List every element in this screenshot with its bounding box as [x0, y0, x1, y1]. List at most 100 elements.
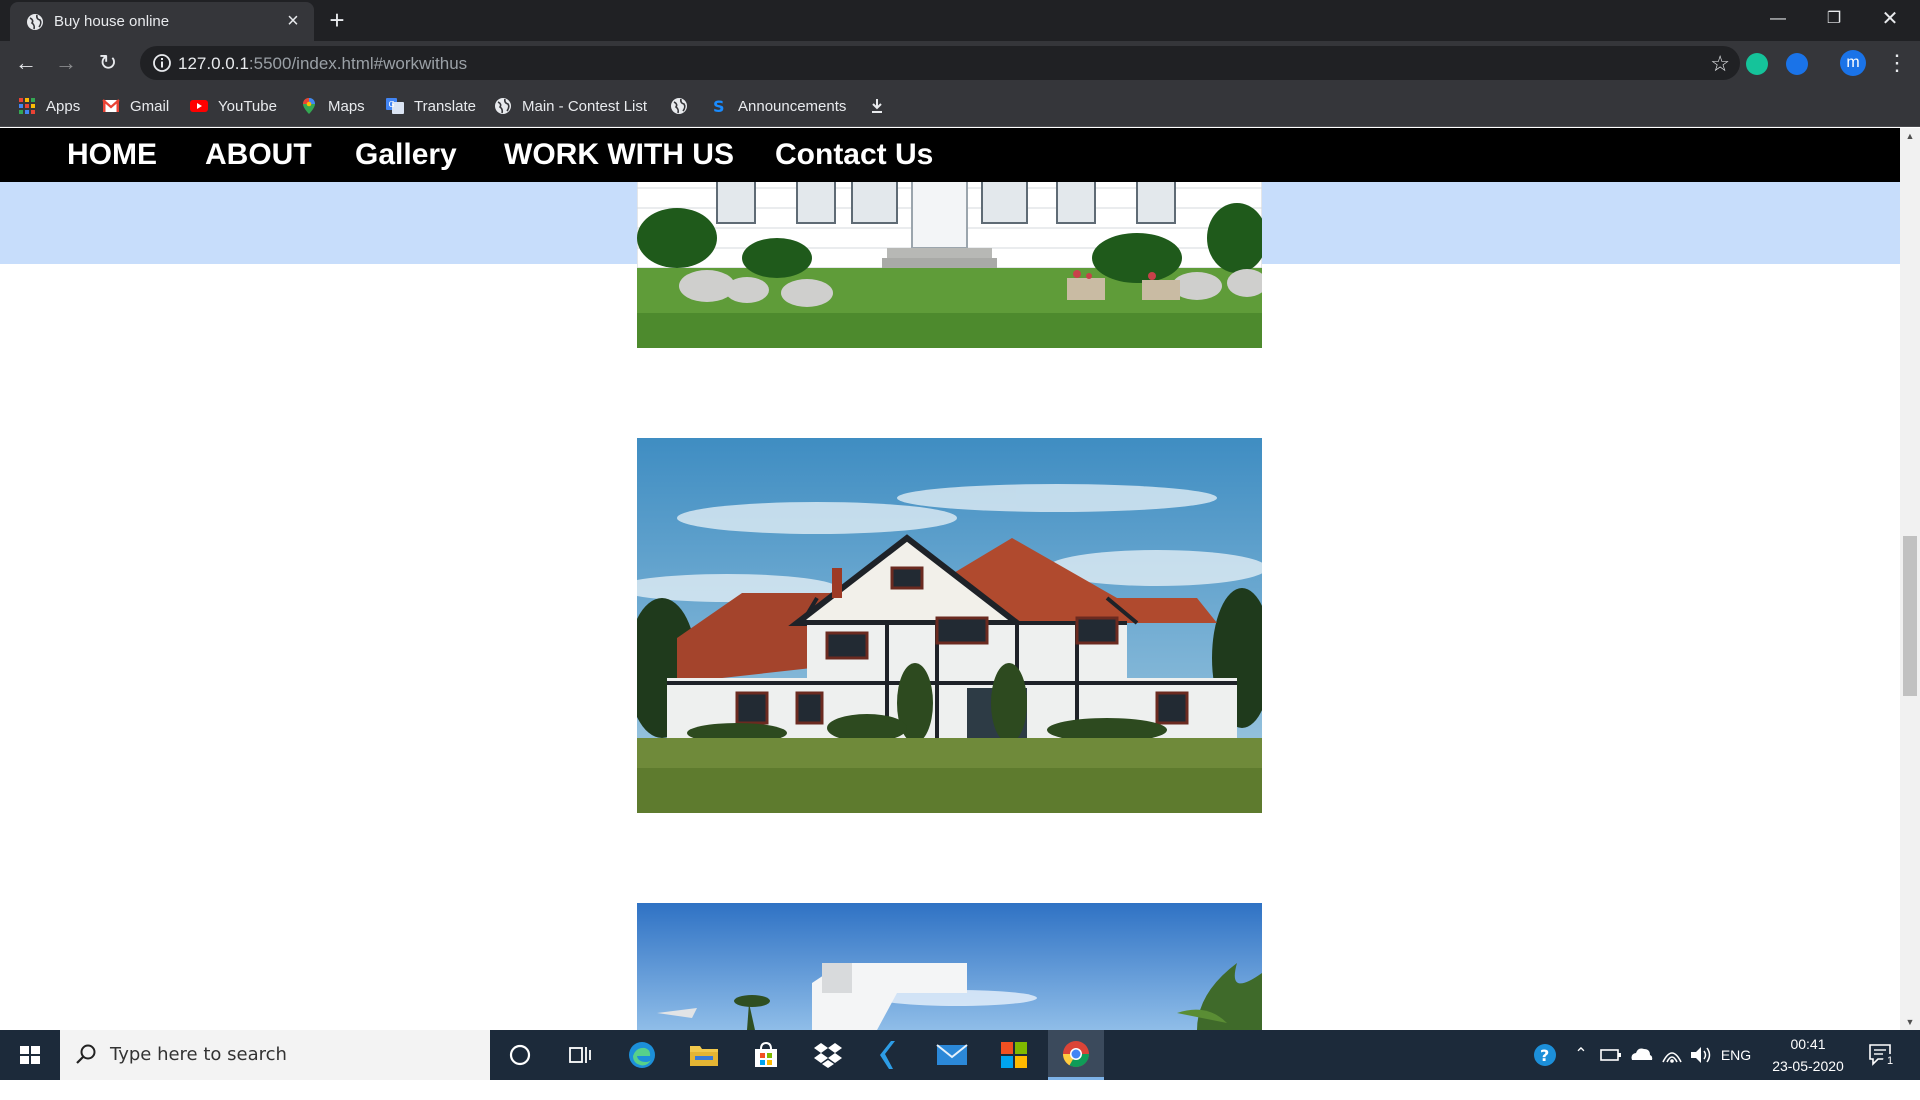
bookmark-globe[interactable]	[670, 95, 698, 117]
clock-date: 23-05-2020	[1772, 1058, 1844, 1074]
menu-icon[interactable]: ⋮	[1886, 49, 1908, 77]
mail-icon	[936, 1044, 968, 1065]
house-photo-modern	[637, 903, 1262, 1030]
bookmark-star-icon[interactable]: ☆	[1710, 51, 1730, 77]
notification-count: 1	[1883, 1054, 1897, 1068]
extension-icon[interactable]	[1786, 53, 1808, 75]
bookmarks-bar: Apps Gmail YouTube Maps G Translate Main…	[0, 85, 1920, 127]
task-view-icon	[569, 1047, 591, 1063]
cortana-button[interactable]	[492, 1030, 548, 1080]
windows-logo-icon	[20, 1046, 40, 1064]
minimize-button[interactable]: —	[1750, 0, 1806, 38]
windows-taskbar: Type here to search ? ⌃ ENG 00:41 23-05-…	[0, 1030, 1920, 1080]
vscode-icon	[880, 1041, 895, 1069]
taskbar-search-box[interactable]: Type here to search	[60, 1030, 490, 1080]
help-icon[interactable]: ?	[1530, 1030, 1560, 1080]
bookmark-label: Maps	[328, 97, 365, 115]
store-bag-icon	[755, 1041, 777, 1067]
taskbar-store[interactable]	[738, 1030, 794, 1080]
bookmark-gmail[interactable]: Gmail	[102, 95, 169, 117]
chrome-icon	[1062, 1040, 1090, 1067]
translate-icon: G	[386, 98, 404, 114]
url-host: 127.0.0.1	[178, 54, 249, 73]
cortana-circle-icon	[509, 1044, 531, 1066]
dropbox-icon	[814, 1043, 842, 1068]
onedrive-cloud-icon[interactable]	[1628, 1030, 1654, 1080]
grammarly-extension-icon[interactable]	[1746, 53, 1768, 75]
new-tab-button[interactable]: +	[320, 7, 354, 33]
nav-contact-us[interactable]: Contact Us	[775, 138, 933, 172]
bookmark-announcements[interactable]: S Announcements	[710, 95, 846, 117]
maps-pin-icon	[303, 98, 315, 114]
bookmark-label: YouTube	[218, 97, 277, 115]
download-arrow-icon	[872, 99, 882, 113]
scrollbar-thumb[interactable]	[1903, 536, 1917, 696]
bookmark-label: Apps	[46, 97, 81, 115]
house-photo-tudor	[637, 438, 1262, 813]
taskbar-chrome[interactable]	[1048, 1030, 1104, 1080]
scroll-up-arrow-icon[interactable]: ▲	[1900, 128, 1920, 144]
site-navbar: HOME ABOUT Gallery WORK WITH US Contact …	[0, 128, 1900, 182]
clock-time: 00:41	[1790, 1036, 1826, 1052]
bookmark-translate[interactable]: G Translate	[386, 95, 476, 117]
wifi-icon[interactable]	[1660, 1030, 1684, 1080]
svg-text:?: ?	[1540, 1046, 1549, 1065]
bookmark-label: Announcements	[738, 97, 847, 115]
bookmark-maps[interactable]: Maps	[300, 95, 365, 117]
nav-gallery[interactable]: Gallery	[355, 138, 457, 172]
address-bar[interactable]: 127.0.0.1:5500/index.html#workwithus ☆	[140, 46, 1740, 80]
notification-center-icon[interactable]: 1	[1868, 1042, 1897, 1068]
language-indicator[interactable]: ENG	[1718, 1030, 1754, 1080]
search-placeholder: Type here to search	[110, 1044, 287, 1065]
nav-home[interactable]: HOME	[67, 138, 157, 172]
info-icon[interactable]	[152, 53, 172, 73]
taskbar-mail[interactable]	[924, 1030, 980, 1080]
svg-text:S: S	[713, 97, 725, 115]
volume-icon[interactable]	[1688, 1030, 1714, 1080]
scroll-down-arrow-icon[interactable]: ▼	[1900, 1014, 1920, 1030]
profile-avatar[interactable]: m	[1840, 50, 1866, 76]
globe-icon	[495, 98, 511, 114]
taskbar-dropbox[interactable]	[800, 1030, 856, 1080]
edge-icon	[629, 1042, 655, 1068]
nav-work-with-us[interactable]: WORK WITH US	[504, 138, 734, 172]
tab-title: Buy house online	[54, 13, 170, 30]
apps-grid-icon	[19, 98, 35, 114]
tab-close-icon[interactable]: ×	[282, 10, 304, 32]
page-scrollbar[interactable]: ▲ ▼	[1900, 128, 1920, 1030]
forward-button[interactable]: →	[52, 49, 80, 77]
reload-button[interactable]: ↻	[94, 49, 122, 77]
svg-text:G: G	[389, 100, 395, 109]
url-text: 127.0.0.1:5500/index.html#workwithus	[178, 54, 467, 74]
tab-strip: Buy house online × + — ❐ ✕	[0, 0, 1920, 41]
browser-toolbar: ← → ↻ 127.0.0.1:5500/index.html#workwith…	[0, 41, 1920, 85]
bookmark-youtube[interactable]: YouTube	[190, 95, 277, 117]
show-hidden-icons-chevron-icon[interactable]: ⌃	[1570, 1030, 1592, 1080]
taskbar-office[interactable]	[986, 1030, 1042, 1080]
battery-icon[interactable]	[1598, 1030, 1624, 1080]
download-icon[interactable]	[868, 95, 896, 117]
office-tiles-icon	[1001, 1042, 1027, 1068]
bookmark-apps[interactable]: Apps	[18, 95, 80, 117]
taskbar-edge[interactable]	[614, 1030, 670, 1080]
taskbar-clock[interactable]: 00:41 23-05-2020	[1758, 1033, 1858, 1077]
start-button[interactable]	[0, 1030, 60, 1080]
bookmark-label: Gmail	[130, 97, 170, 115]
gmail-icon	[102, 99, 120, 112]
s-logo-icon: S	[713, 97, 725, 115]
back-button[interactable]: ←	[12, 49, 40, 77]
bookmark-label: Translate	[414, 97, 476, 115]
url-path: :5500/index.html#workwithus	[248, 54, 468, 73]
page-viewport: HOME ABOUT Gallery WORK WITH US Contact …	[0, 128, 1900, 1030]
taskbar-vscode[interactable]	[862, 1030, 918, 1080]
globe-icon	[27, 14, 43, 30]
browser-tab[interactable]: Buy house online ×	[10, 2, 314, 41]
bookmark-contest-list[interactable]: Main - Contest List	[494, 95, 647, 117]
close-window-button[interactable]: ✕	[1862, 0, 1918, 38]
nav-about[interactable]: ABOUT	[205, 138, 312, 172]
taskbar-file-explorer[interactable]	[676, 1030, 732, 1080]
task-view-button[interactable]	[552, 1030, 608, 1080]
restore-button[interactable]: ❐	[1806, 0, 1862, 38]
globe-icon	[671, 98, 687, 114]
search-icon	[76, 1044, 96, 1064]
